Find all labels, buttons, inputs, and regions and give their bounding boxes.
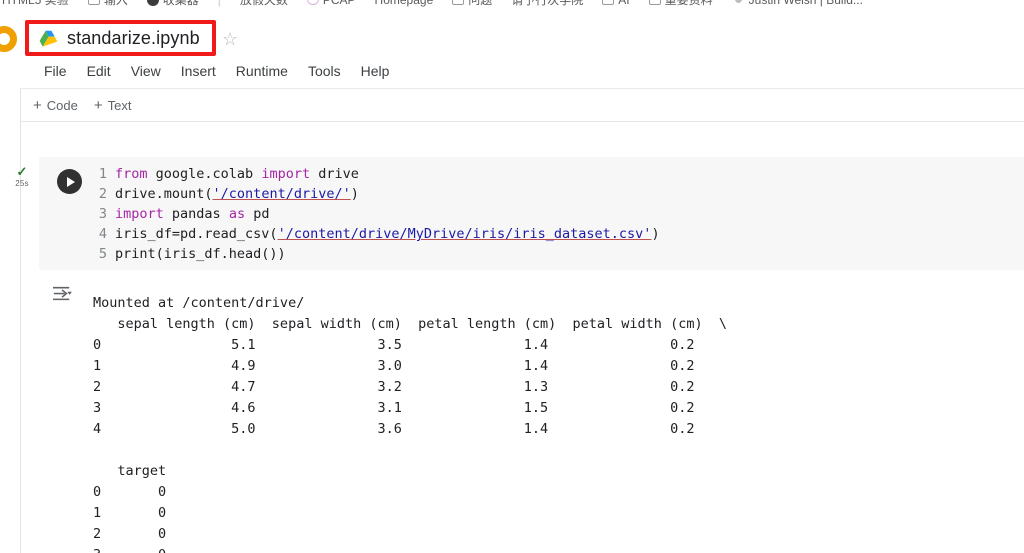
code-line: 5 print(iris_df.head()) (91, 244, 660, 264)
notebook-title-row: standarize.ipynb ☆ (0, 18, 1024, 58)
execution-status-gutter: ✓ 25s (9, 165, 35, 188)
bookmark-item[interactable]: 收集器 (146, 0, 199, 8)
add-code-cell-button[interactable]: + Code (33, 98, 78, 113)
code-line: 3 import pandas as pd (91, 204, 660, 224)
code-token: as (228, 206, 254, 222)
success-check-icon: ✓ (16, 164, 28, 179)
line-number: 1 (98, 166, 107, 182)
bookmark-label: 重要资料 (664, 0, 713, 7)
code-token: pandas (171, 206, 229, 222)
bookmark-label: 请予行次学院 (511, 0, 584, 7)
code-line: 4 iris_df=pd.read_csv('/content/drive/MyD… (91, 224, 660, 244)
code-token: import (261, 166, 319, 182)
menu-item-edit[interactable]: Edit (77, 60, 121, 82)
code-line: 2 drive.mount('/content/drive/') (91, 184, 660, 204)
bookmark-label: Homepage (375, 0, 434, 7)
add-text-label: Text (107, 97, 132, 113)
orange-annotation-circle (0, 26, 17, 52)
bookmark-separator: | (218, 0, 221, 7)
code-cell-body[interactable]: 1 from google.colab import drive 2 drive.mo… (39, 157, 1024, 270)
folder-icon (602, 0, 615, 5)
star-icon[interactable]: ☆ (222, 30, 238, 48)
bookmark-label: PCAP (323, 0, 356, 7)
google-drive-icon (39, 30, 58, 47)
add-text-cell-button[interactable]: + Text (94, 98, 132, 113)
code-editor[interactable]: 1 from google.colab import drive 2 drive.mo… (91, 164, 660, 264)
menu-item-view[interactable]: View (121, 60, 171, 82)
bookmark-item[interactable]: AI (602, 0, 630, 7)
code-token: drive.mount( (115, 186, 213, 202)
code-token: print(iris_df.head()) (115, 246, 286, 262)
dots-icon (731, 0, 745, 5)
plus-icon: + (93, 96, 103, 114)
run-cell-button[interactable] (57, 169, 82, 194)
ring-icon (306, 0, 319, 5)
code-token: from (115, 166, 156, 182)
output-arrow-icon[interactable] (51, 285, 73, 303)
bookmark-item[interactable]: 输入 (87, 0, 128, 8)
bookmark-item[interactable]: 问题 (452, 0, 492, 8)
notebook-panel: + Code + Text ✓ 25s 1 from google.colab i… (15, 88, 1024, 553)
bookmark-label: 问题 (468, 0, 493, 7)
code-token: ) (651, 226, 660, 242)
play-icon (67, 176, 75, 187)
code-token: google.colab (155, 166, 262, 182)
bookmark-item[interactable]: 请予行次学院 (511, 0, 583, 8)
code-cell[interactable]: ✓ 25s 1 from google.colab import drive 2 dr… (15, 157, 1024, 270)
menu-item-help[interactable]: Help (351, 60, 400, 82)
code-line: 1 from google.colab import drive (91, 164, 660, 184)
plus-icon: + (33, 96, 42, 114)
line-number: 2 (98, 186, 107, 202)
output-cell: Mounted at /content/drive/ sepal length … (39, 279, 1024, 553)
code-token: pd (253, 206, 270, 222)
menu-item-runtime[interactable]: Runtime (226, 60, 298, 82)
bookmark-label: AI (618, 0, 629, 7)
menu-item-insert[interactable]: Insert (171, 60, 226, 82)
colab-notebook-page: HTML5 实验 输入 收集器 | 放假天数 PCAP Homepage 问题 请予行次学院 AI… (0, 0, 1024, 553)
menu-bar: File Edit View Insert Runtime Tools Help (34, 60, 399, 82)
menu-item-tools[interactable]: Tools (298, 60, 351, 82)
bookmark-item[interactable]: Homepage (375, 0, 434, 7)
bookmark-item[interactable]: Justin Welsh | Build... (731, 0, 863, 7)
bookmark-label: 收集器 (162, 0, 199, 7)
bookmark-label: HTML5 实验 (2, 0, 69, 7)
code-token: import (115, 206, 172, 222)
folder-icon (87, 0, 100, 5)
bookmark-label: 输入 (103, 0, 128, 7)
line-number: 4 (98, 226, 107, 242)
bookmark-item[interactable]: PCAP (306, 0, 356, 7)
bookmark-item[interactable]: HTML5 实验 (2, 0, 69, 8)
bookmark-item[interactable]: 重要资料 (648, 0, 713, 8)
dark-circle-icon (146, 0, 159, 6)
line-number: 3 (98, 206, 107, 222)
menu-item-file[interactable]: File (34, 60, 77, 82)
add-code-label: Code (46, 97, 78, 113)
bookmark-label: 放假天数 (239, 0, 288, 7)
code-token: iris_df=pd.read_csv( (115, 226, 278, 242)
folder-icon (648, 0, 661, 5)
folder-icon (452, 0, 465, 5)
output-text: Mounted at /content/drive/ sepal length … (93, 294, 727, 553)
cell-insert-toolbar: + Code + Text (21, 89, 1024, 122)
code-token: ) (350, 186, 359, 202)
code-token: '/content/drive/MyDrive/iris/iris_datase… (277, 226, 652, 242)
code-token: '/content/drive/' (212, 186, 351, 202)
bookmark-label: Justin Welsh | Build... (749, 0, 863, 7)
line-number: 5 (98, 246, 107, 262)
code-token: drive (318, 166, 359, 182)
browser-bookmarks-bar: HTML5 实验 输入 收集器 | 放假天数 PCAP Homepage 问题 请予行次学院 AI… (0, 0, 1024, 14)
filename-highlight-box[interactable]: standarize.ipynb (25, 20, 216, 56)
notebook-file-name: standarize.ipynb (67, 27, 200, 48)
execution-time-label: 25s (15, 179, 29, 188)
bookmark-item[interactable]: 放假天数 (240, 0, 288, 8)
